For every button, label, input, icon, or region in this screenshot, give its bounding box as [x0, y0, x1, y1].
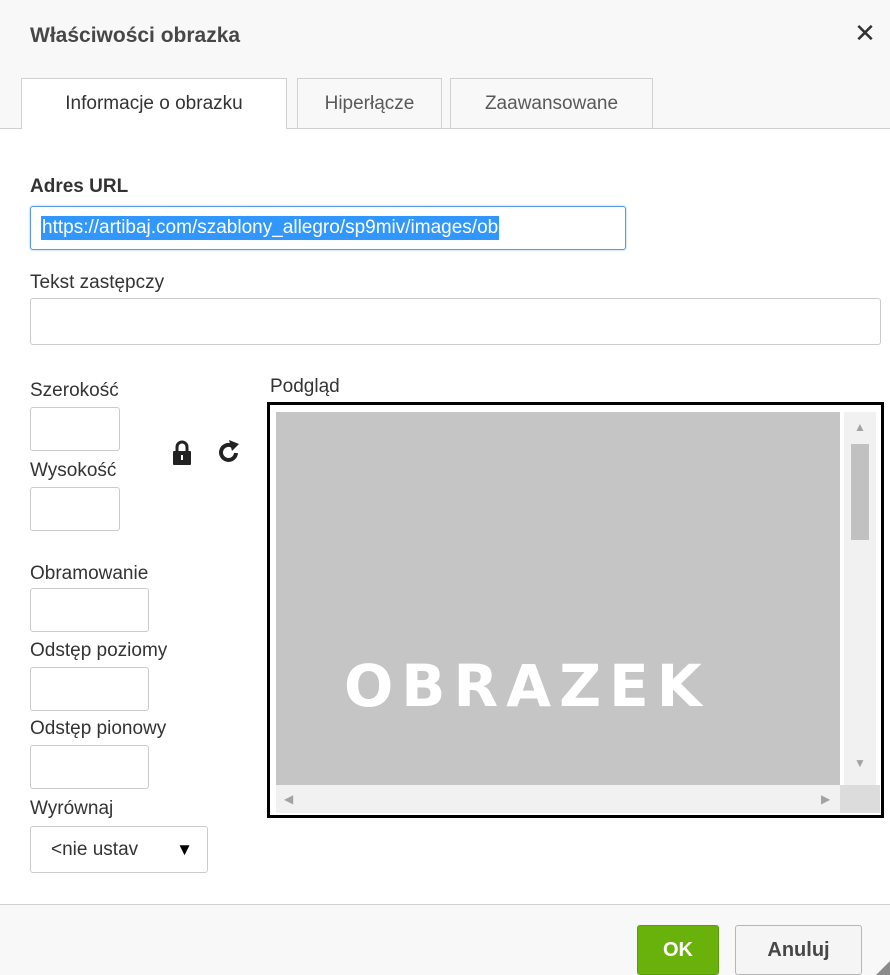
vspace-input[interactable]	[30, 745, 149, 789]
vertical-scrollbar[interactable]: ▲ ▼	[844, 412, 876, 785]
tab-image-info[interactable]: Informacje o obrazku	[21, 78, 287, 129]
tab-label: Zaawansowane	[484, 92, 619, 114]
hspace-label: Odstęp poziomy	[30, 640, 168, 661]
tab-hyperlink[interactable]: Hiperłącze	[297, 78, 442, 128]
dialog-title: Właściwości obrazka	[30, 24, 241, 47]
preview-image: OBRAZEK	[276, 412, 840, 785]
ok-button[interactable]: OK	[637, 925, 719, 975]
lock-icon[interactable]	[172, 440, 192, 466]
preview-frame: OBRAZEK ▲ ▼ ◀ ▶	[267, 402, 884, 818]
align-select-value: <nie ustav	[51, 838, 139, 860]
height-input[interactable]	[30, 487, 120, 531]
preview-label: Podgląd	[270, 376, 340, 397]
align-label: Wyrównaj	[30, 798, 114, 819]
scroll-down-icon[interactable]: ▼	[854, 756, 866, 770]
scroll-right-icon[interactable]: ▶	[821, 792, 830, 806]
tab-label: Informacje o obrazku	[65, 93, 243, 114]
scroll-left-icon[interactable]: ◀	[284, 792, 293, 806]
height-label: Wysokość	[30, 460, 117, 481]
dialog-footer: OK Anuluj	[0, 904, 890, 975]
reset-size-icon[interactable]	[217, 438, 241, 466]
border-label: Obramowanie	[30, 563, 149, 584]
scroll-up-icon[interactable]: ▲	[854, 420, 866, 434]
hspace-input[interactable]	[30, 667, 149, 711]
width-label: Szerokość	[30, 380, 119, 401]
url-value: https://artibaj.com/szablony_allegro/sp9…	[41, 216, 500, 240]
alt-text-input[interactable]	[30, 298, 881, 345]
border-input[interactable]	[30, 588, 149, 632]
close-icon[interactable]: ✕	[850, 18, 880, 48]
tab-label: Hiperłącze	[324, 92, 415, 114]
tab-advanced[interactable]: Zaawansowane	[450, 78, 653, 128]
vspace-label: Odstęp pionowy	[30, 718, 167, 739]
preview-image-text: OBRAZEK	[344, 652, 710, 720]
vertical-scroll-thumb[interactable]	[851, 444, 869, 540]
align-select[interactable]: <nie ustav ▼	[30, 826, 208, 873]
cancel-button[interactable]: Anuluj	[735, 925, 862, 975]
width-input[interactable]	[30, 407, 120, 451]
horizontal-scrollbar[interactable]: ◀ ▶	[276, 785, 840, 813]
url-input[interactable]: https://artibaj.com/szablony_allegro/sp9…	[30, 206, 626, 250]
dialog-titlebar[interactable]: Właściwości obrazka ✕	[0, 0, 890, 78]
scrollbar-corner	[840, 785, 880, 813]
chevron-down-icon: ▼	[176, 839, 193, 859]
url-label: Adres URL	[30, 176, 129, 197]
alt-text-label: Tekst zastępczy	[30, 272, 165, 293]
resize-grip-icon[interactable]	[876, 961, 890, 975]
tab-bar: Informacje o obrazku Hiperłącze Zaawanso…	[0, 78, 890, 129]
